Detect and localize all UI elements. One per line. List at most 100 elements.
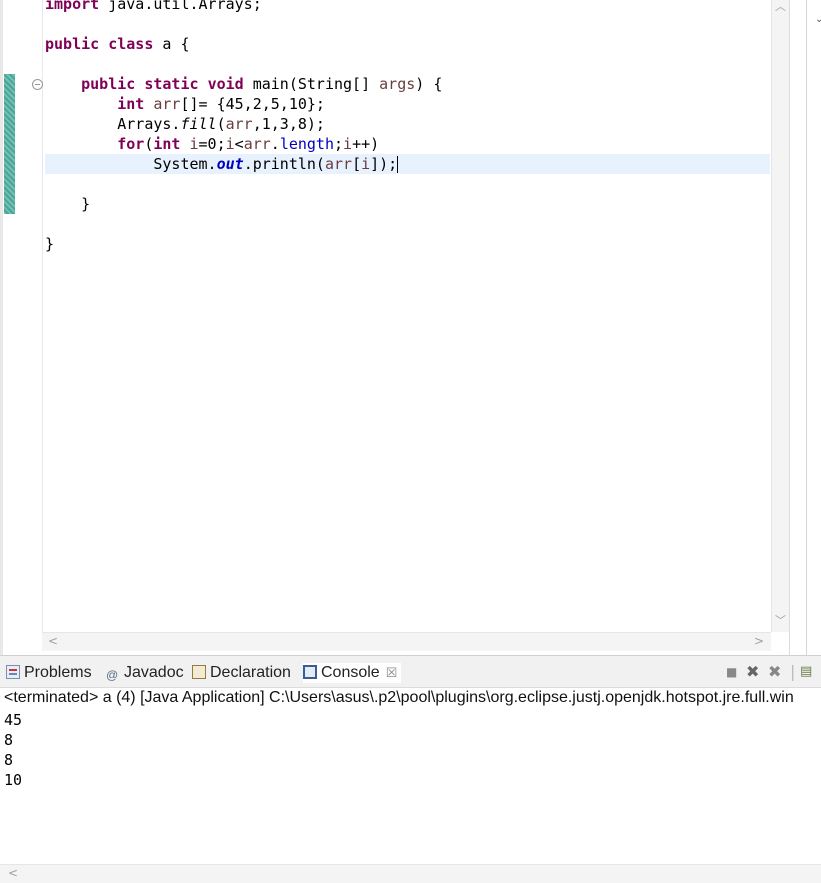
scroll-up-arrow-icon[interactable]: ︿ [775, 0, 786, 14]
code-token: ]); [370, 155, 398, 173]
code-line[interactable] [45, 174, 770, 194]
code-token: i [361, 155, 371, 173]
code-token: class [108, 35, 154, 53]
code-token: main(String[] [243, 75, 380, 93]
scroll-left-arrow-icon[interactable]: < [48, 634, 58, 648]
remove-all-terminated-icon[interactable]: ✖ [768, 662, 781, 681]
console-output-line: 45 [4, 711, 23, 729]
code-editor[interactable]: − import java.util.Arrays; public class … [0, 0, 821, 655]
code-token: i [189, 135, 199, 153]
quick-diff-change-bar [4, 74, 15, 214]
code-token: ,1,3,8); [252, 115, 325, 133]
code-token: length [279, 135, 334, 153]
code-token: Arrays. [45, 115, 181, 133]
code-token: .println( [243, 155, 325, 173]
code-token: } [45, 235, 55, 253]
code-token: java.util.Arrays; [99, 0, 262, 13]
editor-vertical-scrollbar[interactable]: ︿ ﹀ [771, 0, 790, 632]
code-line[interactable]: } [45, 194, 770, 214]
text-caret [397, 156, 399, 173]
code-line[interactable] [45, 14, 770, 34]
code-line[interactable]: int arr[]= {45,2,5,10}; [45, 94, 770, 114]
overview-ruler [789, 0, 804, 655]
code-token: } [45, 195, 91, 213]
javadoc-icon: @ [106, 668, 119, 682]
tab-problems[interactable]: Problems [6, 663, 92, 683]
code-line[interactable] [45, 214, 770, 234]
problems-icon [6, 665, 20, 679]
launch-status-line: <terminated> a (4) [Java Application] C:… [4, 689, 794, 706]
declaration-icon [192, 665, 206, 679]
tab-label: Console [321, 664, 380, 681]
code-token: int [153, 135, 181, 153]
scroll-down-arrow-icon[interactable]: ﹀ [775, 612, 786, 628]
code-token: System. [45, 155, 217, 173]
remove-launch-icon[interactable]: ✖ [746, 662, 759, 681]
code-line[interactable]: public class a { [45, 34, 770, 54]
code-token: ; [334, 135, 344, 153]
code-token: fill [180, 115, 217, 133]
code-token: i [225, 135, 235, 153]
code-line[interactable]: } [45, 234, 770, 254]
code-token: public [81, 75, 136, 93]
code-token: < [234, 135, 244, 153]
code-token: args [379, 75, 416, 93]
fold-collapse-icon[interactable]: − [32, 79, 43, 90]
code-token: a { [153, 35, 190, 53]
close-tab-icon[interactable]: ☒ [386, 665, 398, 680]
code-token: arr [243, 135, 271, 153]
tab-label: Javadoc [124, 664, 184, 681]
code-text[interactable]: import java.util.Arrays; public class a … [45, 0, 770, 254]
scroll-right-arrow-icon[interactable]: > [754, 634, 764, 648]
code-line[interactable]: Arrays.fill(arr,1,3,8); [45, 114, 770, 134]
code-token: ) { [415, 75, 443, 93]
clear-console-icon[interactable]: ▤ [800, 664, 812, 679]
outline-panel-edge: ⌄ [806, 0, 821, 655]
code-line[interactable]: public static void main(String[] args) { [45, 74, 770, 94]
code-token: out [216, 155, 244, 173]
console-output-line: 8 [4, 751, 14, 769]
code-line[interactable]: for(int i=0;i<arr.length;i++) [45, 134, 770, 154]
tab-declaration[interactable]: Declaration [192, 663, 291, 683]
code-token: i [343, 135, 353, 153]
console-output-line: 10 [4, 771, 23, 789]
code-token: . [270, 135, 280, 153]
console-output: 45 8 8 10 [4, 710, 22, 790]
tab-console[interactable]: Console ☒ [303, 663, 402, 683]
code-token: public [45, 35, 100, 53]
tab-label: Declaration [210, 664, 291, 681]
code-token: arr [324, 155, 353, 173]
chevron-down-icon[interactable]: ⌄ [815, 14, 821, 25]
code-token: ++) [352, 135, 380, 153]
code-token: ( [216, 115, 226, 133]
code-line[interactable] [45, 54, 770, 74]
editor-horizontal-scrollbar[interactable]: < > [42, 632, 771, 651]
toolbar-separator: | [790, 662, 796, 681]
code-token: void [207, 75, 244, 93]
code-line[interactable]: System.out.println(arr[i]); [45, 154, 770, 174]
code-token: int [117, 95, 145, 113]
code-line[interactable]: import java.util.Arrays; [45, 0, 770, 14]
stop-icon[interactable]: ■ [726, 665, 737, 679]
tab-javadoc[interactable]: @ Javadoc [106, 663, 184, 683]
view-tab-bar: Problems @ Javadoc Declaration Console ☒ ■… [0, 656, 821, 688]
console-horizontal-scrollbar[interactable]: < [0, 864, 821, 883]
code-token: []= {45,2,5,10}; [180, 95, 325, 113]
console-icon [303, 665, 317, 679]
scroll-left-arrow-icon[interactable]: < [8, 866, 18, 880]
code-token: [ [352, 155, 362, 173]
editor-left-gutter [0, 0, 3, 655]
code-token: arr [225, 115, 253, 133]
code-token: for [117, 135, 145, 153]
console-view: Problems @ Javadoc Declaration Console ☒ ■… [0, 655, 821, 883]
code-token: arr [153, 95, 181, 113]
editor-ruler [16, 0, 43, 632]
code-token: import [45, 0, 100, 13]
